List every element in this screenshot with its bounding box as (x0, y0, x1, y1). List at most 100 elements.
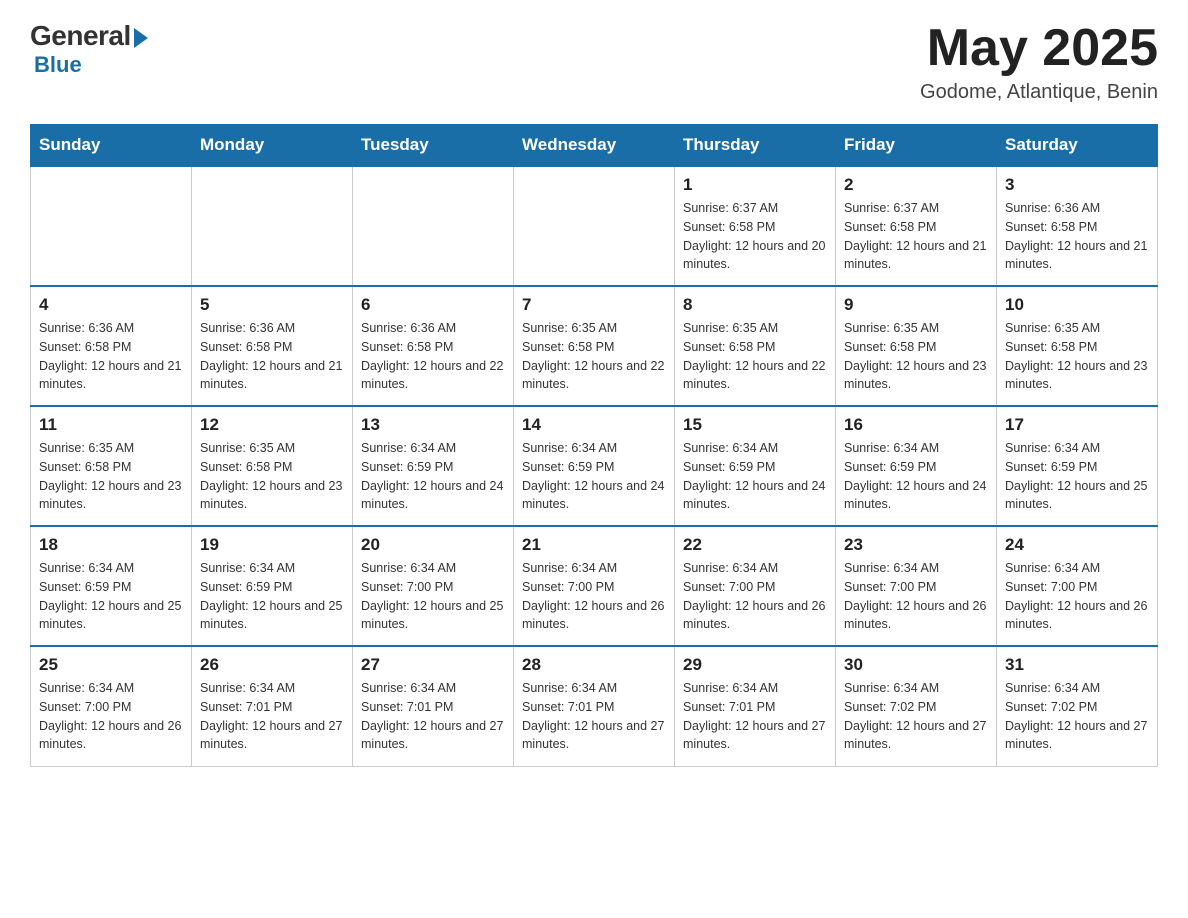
day-info: Sunrise: 6:34 AM Sunset: 7:00 PM Dayligh… (361, 559, 505, 634)
calendar-day-cell: 21 Sunrise: 6:34 AM Sunset: 7:00 PM Dayli… (514, 526, 675, 646)
calendar-week-row: 18 Sunrise: 6:34 AM Sunset: 6:59 PM Dayli… (31, 526, 1158, 646)
day-number: 4 (39, 295, 183, 315)
day-number: 7 (522, 295, 666, 315)
calendar-day-cell: 22 Sunrise: 6:34 AM Sunset: 7:00 PM Dayli… (675, 526, 836, 646)
calendar-day-cell: 29Sunrise: 6:34 AM Sunset: 7:01 PM Dayli… (675, 646, 836, 766)
calendar-day-cell (192, 166, 353, 286)
calendar-day-cell: 25Sunrise: 6:34 AM Sunset: 7:00 PM Dayli… (31, 646, 192, 766)
day-number: 11 (39, 415, 183, 435)
calendar-day-cell: 3 Sunrise: 6:36 AM Sunset: 6:58 PM Daylig… (997, 166, 1158, 286)
day-info: Sunrise: 6:35 AM Sunset: 6:58 PM Dayligh… (522, 319, 666, 394)
day-number: 5 (200, 295, 344, 315)
day-info: Sunrise: 6:34 AM Sunset: 6:59 PM Dayligh… (844, 439, 988, 514)
calendar-week-row: 4 Sunrise: 6:36 AM Sunset: 6:58 PM Daylig… (31, 286, 1158, 406)
calendar-day-cell: 8 Sunrise: 6:35 AM Sunset: 6:58 PM Daylig… (675, 286, 836, 406)
day-number: 13 (361, 415, 505, 435)
calendar-day-cell: 6 Sunrise: 6:36 AM Sunset: 6:58 PM Daylig… (353, 286, 514, 406)
calendar-day-cell: 12Sunrise: 6:35 AM Sunset: 6:58 PM Dayli… (192, 406, 353, 526)
calendar-day-cell: 19Sunrise: 6:34 AM Sunset: 6:59 PM Dayli… (192, 526, 353, 646)
day-info: Sunrise: 6:34 AM Sunset: 6:59 PM Dayligh… (39, 559, 183, 634)
calendar-week-row: 1 Sunrise: 6:37 AM Sunset: 6:58 PM Daylig… (31, 166, 1158, 286)
calendar-day-cell: 30Sunrise: 6:34 AM Sunset: 7:02 PM Dayli… (836, 646, 997, 766)
calendar-day-cell: 7 Sunrise: 6:35 AM Sunset: 6:58 PM Daylig… (514, 286, 675, 406)
day-info: Sunrise: 6:34 AM Sunset: 7:00 PM Dayligh… (39, 679, 183, 754)
title-section: May 2025 Godome, Atlantique, Benin (920, 20, 1158, 104)
day-info: Sunrise: 6:34 AM Sunset: 7:01 PM Dayligh… (200, 679, 344, 754)
weekday-header-wednesday: Wednesday (514, 125, 675, 167)
day-number: 20 (361, 535, 505, 555)
calendar-day-cell (514, 166, 675, 286)
logo-general-text: General (30, 20, 131, 52)
calendar-day-cell: 28 Sunrise: 6:34 AM Sunset: 7:01 PM Dayli… (514, 646, 675, 766)
day-info: Sunrise: 6:35 AM Sunset: 6:58 PM Dayligh… (39, 439, 183, 514)
day-info: Sunrise: 6:34 AM Sunset: 7:00 PM Dayligh… (1005, 559, 1149, 634)
day-number: 14 (522, 415, 666, 435)
weekday-header-thursday: Thursday (675, 125, 836, 167)
day-number: 30 (844, 655, 988, 675)
day-info: Sunrise: 6:37 AM Sunset: 6:58 PM Dayligh… (683, 199, 827, 274)
calendar-day-cell: 9Sunrise: 6:35 AM Sunset: 6:58 PM Daylig… (836, 286, 997, 406)
day-number: 8 (683, 295, 827, 315)
day-number: 28 (522, 655, 666, 675)
day-info: Sunrise: 6:34 AM Sunset: 6:59 PM Dayligh… (361, 439, 505, 514)
day-number: 1 (683, 175, 827, 195)
calendar-day-cell: 11 Sunrise: 6:35 AM Sunset: 6:58 PM Dayli… (31, 406, 192, 526)
calendar-day-cell: 4 Sunrise: 6:36 AM Sunset: 6:58 PM Daylig… (31, 286, 192, 406)
calendar-week-row: 11 Sunrise: 6:35 AM Sunset: 6:58 PM Dayli… (31, 406, 1158, 526)
day-info: Sunrise: 6:34 AM Sunset: 7:01 PM Dayligh… (522, 679, 666, 754)
day-number: 9 (844, 295, 988, 315)
day-number: 17 (1005, 415, 1149, 435)
day-info: Sunrise: 6:34 AM Sunset: 7:01 PM Dayligh… (361, 679, 505, 754)
day-number: 2 (844, 175, 988, 195)
day-info: Sunrise: 6:35 AM Sunset: 6:58 PM Dayligh… (683, 319, 827, 394)
day-info: Sunrise: 6:36 AM Sunset: 6:58 PM Dayligh… (1005, 199, 1149, 274)
calendar-day-cell: 31 Sunrise: 6:34 AM Sunset: 7:02 PM Dayli… (997, 646, 1158, 766)
day-info: Sunrise: 6:36 AM Sunset: 6:58 PM Dayligh… (361, 319, 505, 394)
calendar-week-row: 25Sunrise: 6:34 AM Sunset: 7:00 PM Dayli… (31, 646, 1158, 766)
day-number: 31 (1005, 655, 1149, 675)
day-info: Sunrise: 6:34 AM Sunset: 7:00 PM Dayligh… (522, 559, 666, 634)
day-info: Sunrise: 6:34 AM Sunset: 6:59 PM Dayligh… (200, 559, 344, 634)
calendar-day-cell: 27Sunrise: 6:34 AM Sunset: 7:01 PM Dayli… (353, 646, 514, 766)
day-info: Sunrise: 6:34 AM Sunset: 7:00 PM Dayligh… (683, 559, 827, 634)
calendar-day-cell (353, 166, 514, 286)
day-number: 12 (200, 415, 344, 435)
calendar-day-cell: 18 Sunrise: 6:34 AM Sunset: 6:59 PM Dayli… (31, 526, 192, 646)
calendar-title: May 2025 (920, 20, 1158, 77)
calendar-day-cell: 20 Sunrise: 6:34 AM Sunset: 7:00 PM Dayli… (353, 526, 514, 646)
day-number: 22 (683, 535, 827, 555)
calendar-day-cell: 13 Sunrise: 6:34 AM Sunset: 6:59 PM Dayli… (353, 406, 514, 526)
day-number: 21 (522, 535, 666, 555)
calendar-day-cell: 26 Sunrise: 6:34 AM Sunset: 7:01 PM Dayli… (192, 646, 353, 766)
calendar-day-cell: 2 Sunrise: 6:37 AM Sunset: 6:58 PM Daylig… (836, 166, 997, 286)
day-info: Sunrise: 6:36 AM Sunset: 6:58 PM Dayligh… (39, 319, 183, 394)
day-info: Sunrise: 6:34 AM Sunset: 7:00 PM Dayligh… (844, 559, 988, 634)
calendar-day-cell: 10Sunrise: 6:35 AM Sunset: 6:58 PM Dayli… (997, 286, 1158, 406)
header: General Blue May 2025 Godome, Atlantique… (30, 20, 1158, 104)
day-number: 6 (361, 295, 505, 315)
day-number: 24 (1005, 535, 1149, 555)
logo: General Blue (30, 20, 148, 78)
day-info: Sunrise: 6:34 AM Sunset: 7:02 PM Dayligh… (1005, 679, 1149, 754)
day-info: Sunrise: 6:34 AM Sunset: 6:59 PM Dayligh… (683, 439, 827, 514)
calendar-day-cell: 15 Sunrise: 6:34 AM Sunset: 6:59 PM Dayli… (675, 406, 836, 526)
day-number: 3 (1005, 175, 1149, 195)
calendar-day-cell: 23Sunrise: 6:34 AM Sunset: 7:00 PM Dayli… (836, 526, 997, 646)
calendar-day-cell: 1 Sunrise: 6:37 AM Sunset: 6:58 PM Daylig… (675, 166, 836, 286)
day-info: Sunrise: 6:34 AM Sunset: 7:01 PM Dayligh… (683, 679, 827, 754)
day-number: 15 (683, 415, 827, 435)
calendar-day-cell (31, 166, 192, 286)
day-number: 26 (200, 655, 344, 675)
day-number: 10 (1005, 295, 1149, 315)
weekday-header-row: SundayMondayTuesdayWednesdayThursdayFrid… (31, 125, 1158, 167)
day-number: 18 (39, 535, 183, 555)
day-info: Sunrise: 6:36 AM Sunset: 6:58 PM Dayligh… (200, 319, 344, 394)
day-info: Sunrise: 6:34 AM Sunset: 6:59 PM Dayligh… (522, 439, 666, 514)
calendar-day-cell: 24 Sunrise: 6:34 AM Sunset: 7:00 PM Dayli… (997, 526, 1158, 646)
weekday-header-sunday: Sunday (31, 125, 192, 167)
weekday-header-saturday: Saturday (997, 125, 1158, 167)
day-info: Sunrise: 6:37 AM Sunset: 6:58 PM Dayligh… (844, 199, 988, 274)
logo-blue-text: Blue (34, 52, 82, 78)
weekday-header-monday: Monday (192, 125, 353, 167)
day-number: 16 (844, 415, 988, 435)
